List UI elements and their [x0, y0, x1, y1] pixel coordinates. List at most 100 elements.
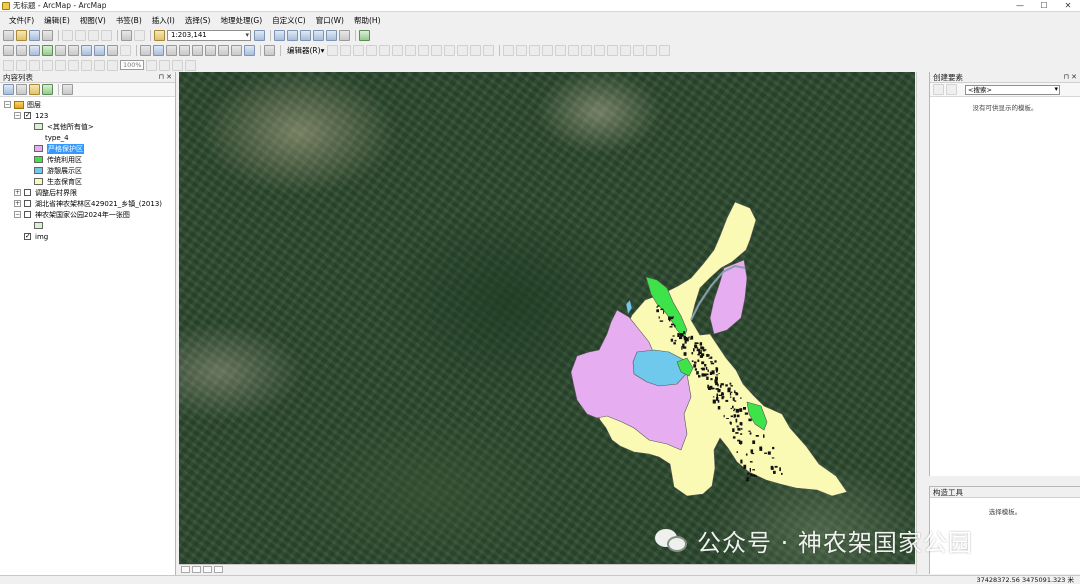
zoom-out-icon[interactable] [16, 44, 27, 56]
list-by-source-icon[interactable] [16, 84, 27, 95]
zoom-whole-page-icon[interactable] [42, 59, 53, 71]
pause-drawing-button[interactable] [214, 566, 223, 573]
close-button[interactable]: ✕ [1056, 0, 1080, 12]
create-viewer-icon[interactable] [264, 44, 275, 56]
model-builder-icon[interactable] [339, 29, 350, 41]
select-elements-arrow-icon[interactable] [140, 44, 151, 56]
menu-windows[interactable]: 窗口(W) [311, 15, 349, 26]
map-vertical-scrollbar[interactable] [916, 72, 928, 574]
construct-features-icon[interactable] [594, 44, 606, 56]
time-slider-icon[interactable] [244, 44, 255, 56]
cut-icon[interactable] [62, 29, 73, 41]
tree-node-123[interactable]: − ✓ 123 [0, 110, 175, 121]
table-of-contents-icon[interactable] [274, 29, 285, 41]
layout-zoom-in-icon[interactable] [3, 59, 14, 71]
python-window-icon[interactable] [326, 29, 337, 41]
validate-topology-icon[interactable] [555, 44, 567, 56]
menu-bookmarks[interactable]: 书签(B) [111, 15, 147, 26]
full-extent-globe-icon[interactable] [42, 44, 53, 56]
new-document-icon[interactable] [3, 29, 14, 41]
sketch-properties-icon[interactable] [470, 44, 482, 56]
edit-vertices-icon[interactable] [392, 44, 404, 56]
copy-icon[interactable] [75, 29, 86, 41]
layout-zoom-out-icon[interactable] [16, 59, 27, 71]
rotate-icon[interactable] [444, 44, 456, 56]
map-display[interactable] [179, 72, 915, 564]
data-driven-pages-icon[interactable] [185, 59, 196, 71]
menu-insert[interactable]: 插入(I) [147, 15, 180, 26]
legend-row-strict-protection[interactable]: 严格保护区 [0, 143, 175, 154]
select-features-icon[interactable] [107, 44, 118, 56]
layout-pan-icon[interactable] [29, 59, 40, 71]
edit-tool-icon[interactable] [327, 44, 339, 56]
zoom-in-icon[interactable] [3, 44, 14, 56]
add-data-icon[interactable] [154, 29, 165, 41]
collapse-icon[interactable]: − [4, 101, 11, 108]
error-inspector-icon[interactable] [581, 44, 593, 56]
html-popup-icon[interactable] [179, 44, 190, 56]
change-layout-icon[interactable] [172, 59, 183, 71]
toc-pin-close[interactable]: ⊓ ✕ [158, 72, 175, 83]
layout-fixed-zoom-out-icon[interactable] [81, 59, 92, 71]
menu-file[interactable]: 文件(F) [4, 15, 39, 26]
list-by-selection-icon[interactable] [42, 84, 53, 95]
maximize-button[interactable]: ☐ [1032, 0, 1056, 12]
straight-segment-icon[interactable] [353, 44, 365, 56]
cut-polygons-icon[interactable] [418, 44, 430, 56]
layer-visibility-checkbox[interactable] [24, 189, 31, 196]
menu-geoprocessing[interactable]: 地理处理(G) [215, 15, 267, 26]
legend-row-ecological-conservation[interactable]: 生态保育区 [0, 176, 175, 187]
map-topology-icon[interactable] [516, 44, 528, 56]
zone-recreation-strip[interactable] [625, 299, 633, 315]
legend-row-recreation[interactable]: 游憩展示区 [0, 165, 175, 176]
expand-icon[interactable]: + [14, 200, 21, 207]
tree-node-township[interactable]: + 湖北省神农架林区429021_乡镇_(2013) [0, 198, 175, 209]
minimize-button[interactable]: — [1008, 0, 1032, 12]
organize-templates-icon[interactable] [933, 84, 944, 95]
layout-back-icon[interactable] [94, 59, 105, 71]
delete-icon[interactable] [101, 29, 112, 41]
layout-forward-icon[interactable] [107, 59, 118, 71]
redo-icon[interactable] [134, 29, 145, 41]
menu-customize[interactable]: 自定义(C) [267, 15, 311, 26]
expand-icon[interactable]: + [14, 189, 21, 196]
reshape-icon[interactable] [405, 44, 417, 56]
georeferencing-icon[interactable] [359, 29, 370, 41]
refresh-view-button[interactable] [203, 566, 212, 573]
layer-visibility-checkbox[interactable] [24, 200, 31, 207]
focus-data-frame-icon[interactable] [159, 59, 170, 71]
measure-icon[interactable] [192, 44, 203, 56]
list-by-drawing-order-icon[interactable] [3, 84, 14, 95]
toggle-draft-mode-icon[interactable] [146, 59, 157, 71]
layout-view-button[interactable] [192, 566, 201, 573]
layer-visibility-checkbox[interactable]: ✓ [24, 233, 31, 240]
go-to-xy-icon[interactable] [231, 44, 242, 56]
create-features-icon[interactable] [483, 44, 495, 56]
snapping-icon[interactable] [659, 44, 671, 56]
tree-node-national-park-map[interactable]: − 神农架国家公园2024年一张图 [0, 209, 175, 220]
tree-node-layers[interactable]: − 图层 [0, 99, 175, 110]
attributes-icon[interactable] [457, 44, 469, 56]
menu-view[interactable]: 视图(V) [75, 15, 111, 26]
template-search-input[interactable]: <搜索> [965, 84, 1060, 95]
point-icon[interactable] [379, 44, 391, 56]
find-route-icon[interactable] [218, 44, 229, 56]
align-to-shape-icon[interactable] [646, 44, 658, 56]
collapse-icon[interactable]: − [14, 112, 21, 119]
topology-edit-icon[interactable] [529, 44, 541, 56]
fixed-zoom-out-icon[interactable] [68, 44, 79, 56]
menu-selection[interactable]: 选择(S) [180, 15, 216, 26]
map-scale-dropdown[interactable]: 1:203,141 [167, 29, 251, 41]
create-features-pin-close[interactable]: ⊓ ✕ [1063, 72, 1080, 83]
layer-visibility-checkbox[interactable]: ✓ [24, 112, 31, 119]
fix-topology-error-icon[interactable] [568, 44, 580, 56]
collapse-icon[interactable]: − [14, 211, 21, 218]
undo-icon[interactable] [121, 29, 132, 41]
edit-annotation-icon[interactable] [340, 44, 352, 56]
menu-edit[interactable]: 编辑(E) [39, 15, 75, 26]
split-icon[interactable] [431, 44, 443, 56]
arctoolbox-icon[interactable] [313, 29, 324, 41]
zoom-100-icon[interactable] [55, 59, 66, 71]
pan-hand-icon[interactable] [29, 44, 40, 56]
clear-selection-icon[interactable] [120, 44, 131, 56]
